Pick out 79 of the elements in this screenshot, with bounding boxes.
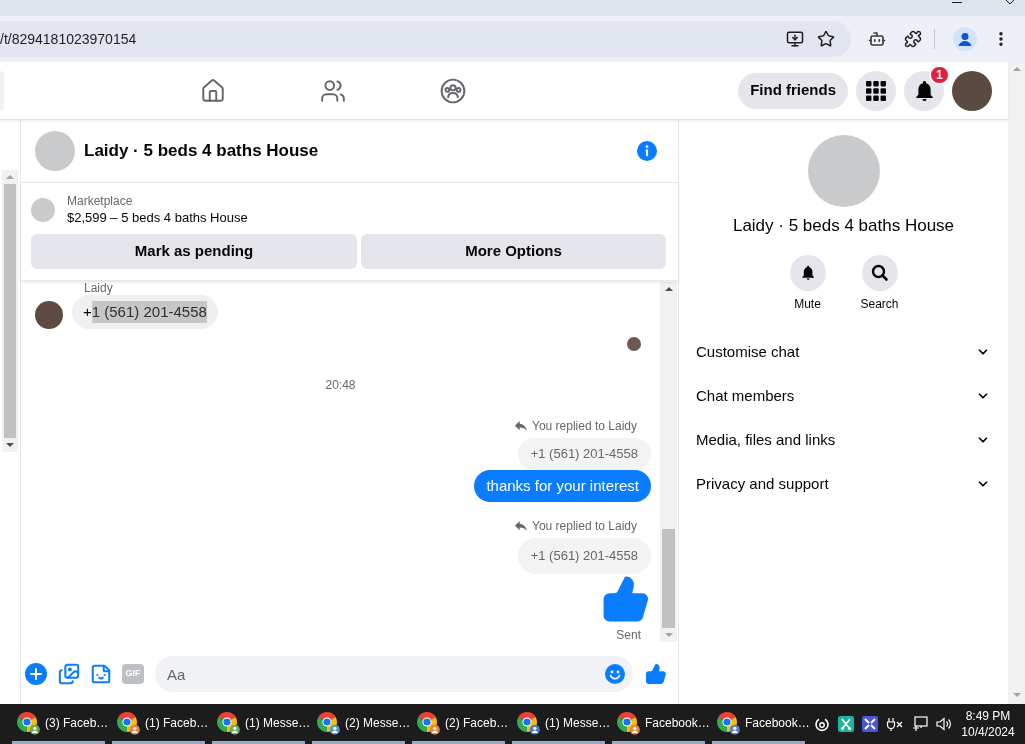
scrollbar[interactable]: [660, 282, 677, 642]
message-bubble: +1 (561) 201-4558: [72, 295, 218, 329]
ring-icon[interactable]: [814, 716, 830, 732]
clock-date[interactable]: 10/4/2024: [961, 724, 1015, 740]
listing-thumbnail: [31, 197, 55, 222]
url-text: /t/8294181023970154: [0, 29, 138, 49]
section-header[interactable]: Chat members: [679, 374, 1008, 418]
message-bubble: thanks for your interest: [474, 470, 651, 502]
listing-summary: $2,599 – 5 beds 4 baths House: [67, 209, 248, 226]
close-icon[interactable]: [1006, 0, 1014, 4]
message-status: Sent: [616, 628, 641, 642]
address-bar[interactable]: /t/8294181023970154: [0, 21, 851, 57]
listing-action-button[interactable]: Mark as pending: [31, 234, 357, 269]
clock-time[interactable]: 8:49 PM: [965, 708, 1011, 724]
browser-icon: [716, 710, 740, 735]
browser-icon: [516, 710, 540, 735]
speaker-icon[interactable]: [936, 716, 952, 732]
browser-icon: [416, 710, 440, 735]
reply-note: You replied to Laidy: [532, 419, 637, 433]
details-title: Laidy · 5 beds 4 baths House: [732, 216, 955, 236]
browser-icon: [616, 710, 640, 735]
seen-avatar: [627, 337, 641, 351]
listing-photo: [35, 131, 75, 171]
reply-icon: [515, 521, 527, 531]
search-button[interactable]: Search: [849, 255, 910, 311]
quoted-message: +1 (561) 201-4558: [517, 438, 651, 470]
reply-note: You replied to Laidy: [532, 519, 637, 533]
listing-action-button[interactable]: More Options: [361, 234, 666, 269]
browser-icon: [16, 710, 40, 735]
people-circle-icon[interactable]: [440, 77, 466, 104]
profile-icon[interactable]: [953, 27, 977, 51]
emoji-icon[interactable]: [605, 664, 625, 684]
section-header[interactable]: Media, files and links: [679, 418, 1008, 462]
taskbar-button[interactable]: (3) Faceb…: [12, 704, 105, 744]
quoted-message: +1 (561) 201-4558: [517, 538, 651, 574]
plus-icon[interactable]: [25, 663, 47, 685]
friends-icon[interactable]: [320, 77, 346, 104]
notification-badge: 1: [929, 64, 950, 85]
cross-tile-icon[interactable]: [862, 716, 878, 732]
sender-avatar: [35, 301, 63, 329]
find-friends-button[interactable]: Find friends: [738, 72, 848, 109]
grid-icon: [866, 80, 886, 101]
robot-icon[interactable]: [868, 30, 886, 48]
home-icon[interactable]: [200, 77, 226, 104]
scroll-up-icon[interactable]: [664, 287, 673, 291]
scroll-down-icon[interactable]: [6, 443, 14, 447]
install-icon[interactable]: [786, 30, 804, 48]
scrollbar-thumb[interactable]: [4, 184, 16, 438]
listing-label: Marketplace: [67, 193, 134, 209]
sticker-icon[interactable]: [90, 663, 112, 685]
section-header[interactable]: Privacy and support: [679, 462, 1008, 506]
browser-icon: [116, 710, 140, 735]
chat-title: Laidy · 5 beds 4 baths House: [84, 140, 319, 163]
sender-name: Laidy: [84, 281, 114, 295]
profile-avatar[interactable]: [952, 70, 992, 111]
mute-button[interactable]: Mute: [777, 255, 838, 311]
browser-icon: [216, 710, 240, 735]
thumbs-up-icon[interactable]: [645, 663, 667, 685]
taskbar-button[interactable]: (1) Faceb…: [112, 704, 205, 744]
timestamp: 20:48: [325, 378, 356, 392]
section-header[interactable]: Customise chat: [679, 330, 1008, 374]
scrollbar[interactable]: [2, 170, 18, 452]
photo-icon[interactable]: [58, 663, 80, 685]
bell-icon: [915, 80, 933, 101]
scissors-icon[interactable]: [838, 716, 854, 732]
scrollbar-thumb[interactable]: [662, 529, 675, 628]
puzzle-icon[interactable]: [904, 30, 922, 48]
bell-icon: [789, 255, 826, 291]
message-input[interactable]: Aa: [155, 656, 633, 692]
thumbs-up-icon: [601, 574, 651, 624]
info-icon[interactable]: [637, 141, 657, 161]
menu-button[interactable]: [856, 70, 896, 111]
browser-icon: [316, 710, 340, 735]
network-icon[interactable]: [912, 716, 928, 732]
reply-icon: [515, 421, 527, 431]
search-icon: [861, 255, 898, 291]
star-icon[interactable]: [817, 30, 835, 48]
taskbar-button[interactable]: (2) Faceb…: [412, 704, 505, 744]
plug-icon[interactable]: [886, 716, 904, 732]
